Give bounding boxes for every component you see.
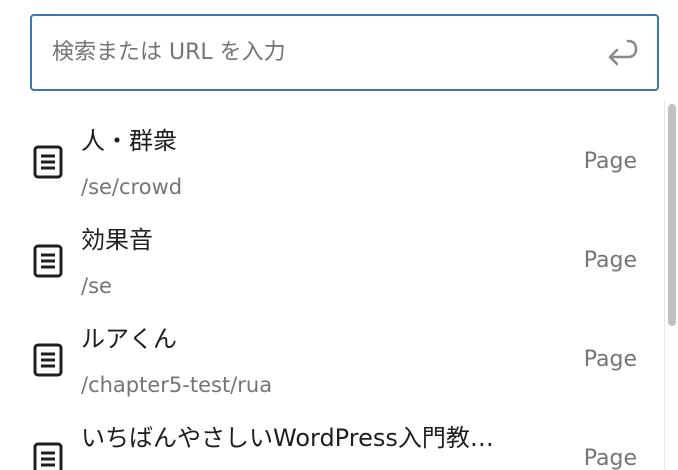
scrollbar-thumb[interactable] — [668, 104, 676, 326]
result-type: Page — [583, 248, 637, 273]
page-icon — [33, 244, 63, 278]
result-url: /chapter5-test/rua — [81, 373, 273, 397]
enter-return-icon[interactable] — [603, 35, 639, 71]
result-url: /se/crowd — [81, 175, 183, 199]
result-type: Page — [583, 446, 637, 470]
result-title: 人・群衆 — [81, 127, 177, 155]
search-result-item[interactable]: いちばんやさしいWordPress入門教… Page — [30, 399, 650, 470]
result-url: /se — [81, 274, 112, 298]
results-scrollbar[interactable] — [664, 100, 678, 470]
search-box[interactable] — [30, 14, 659, 91]
search-result-item[interactable]: ルアくん /chapter5-test/rua Page — [30, 300, 650, 397]
search-input[interactable] — [52, 16, 592, 89]
result-type: Page — [583, 347, 637, 372]
search-result-item[interactable]: 人・群衆 /se/crowd Page — [30, 102, 650, 199]
page-icon — [33, 442, 63, 470]
search-result-item[interactable]: 効果音 /se Page — [30, 201, 650, 298]
search-results-list: 人・群衆 /se/crowd Page 効果音 /se Page ルアくん /c… — [30, 102, 664, 470]
page-icon — [33, 145, 63, 179]
result-title: ルアくん — [81, 325, 177, 353]
result-title: いちばんやさしいWordPress入門教… — [81, 424, 494, 452]
page-icon — [33, 343, 63, 377]
result-title: 効果音 — [81, 226, 153, 254]
result-type: Page — [583, 149, 637, 174]
